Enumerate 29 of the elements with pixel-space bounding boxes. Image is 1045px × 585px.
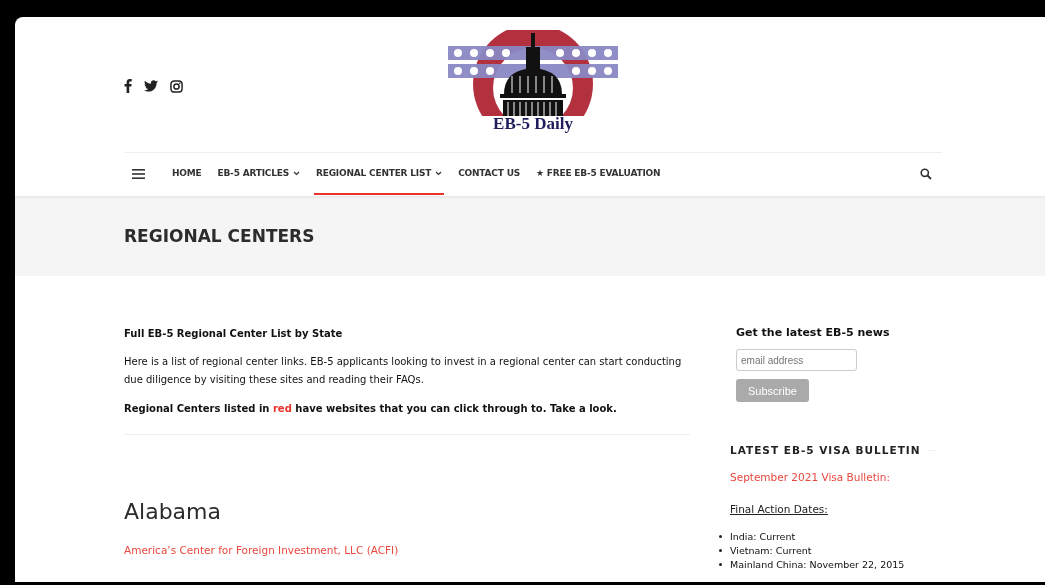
twitter-icon[interactable] bbox=[144, 80, 158, 92]
logo-text: EB-5 Daily bbox=[493, 114, 573, 134]
facebook-icon[interactable] bbox=[124, 79, 132, 93]
bullet-icon bbox=[719, 548, 722, 552]
nav-link[interactable]: ★ FREE EB-5 EVALUATION bbox=[534, 153, 663, 195]
search-icon[interactable] bbox=[920, 168, 932, 180]
nav-link[interactable]: EB-5 ARTICLES bbox=[215, 153, 302, 195]
nav-link[interactable]: HOME bbox=[170, 153, 204, 195]
notice-paragraph: Regional Centers listed in red have websites that you can click through to. Take a look. bbox=[124, 403, 618, 414]
chevron-down-icon bbox=[435, 170, 443, 176]
intro-paragraph: Here is a list of regional center links. EB-5 applicants looking to invest in a regional center can start conducting due diligence by visiting these sites and reading their FAQs. bbox=[124, 355, 683, 387]
bullet-icon bbox=[719, 562, 722, 566]
chevron-down-icon bbox=[293, 170, 300, 176]
menu-icon[interactable] bbox=[132, 169, 145, 179]
dates-title: Final Action Dates: bbox=[730, 503, 828, 515]
news-title: Get the latest EB-5 news bbox=[736, 326, 890, 339]
bulletin-title: LATEST EB-5 VISA BULLETIN bbox=[730, 444, 921, 456]
date-item: Mainland China: November 22, 2015 bbox=[730, 558, 905, 570]
date-item: India: Current bbox=[730, 530, 796, 542]
bullet-icon bbox=[719, 534, 722, 538]
section-heading: Full EB-5 Regional Center List by State bbox=[124, 328, 344, 339]
state-heading: Alabama bbox=[124, 499, 222, 524]
page-title: REGIONAL CENTERS bbox=[124, 226, 315, 246]
nav-link[interactable]: CONTACT US bbox=[456, 153, 523, 195]
email-field[interactable]: email address bbox=[736, 349, 857, 371]
bulletin-link[interactable]: September 2021 Visa Bulletin: bbox=[730, 471, 890, 483]
center-link[interactable]: America’s Center for Foreign Investment, LLC (ACFI) bbox=[124, 544, 399, 556]
instagram-icon[interactable] bbox=[170, 79, 183, 93]
date-item: Vietnam: Current bbox=[730, 544, 812, 556]
